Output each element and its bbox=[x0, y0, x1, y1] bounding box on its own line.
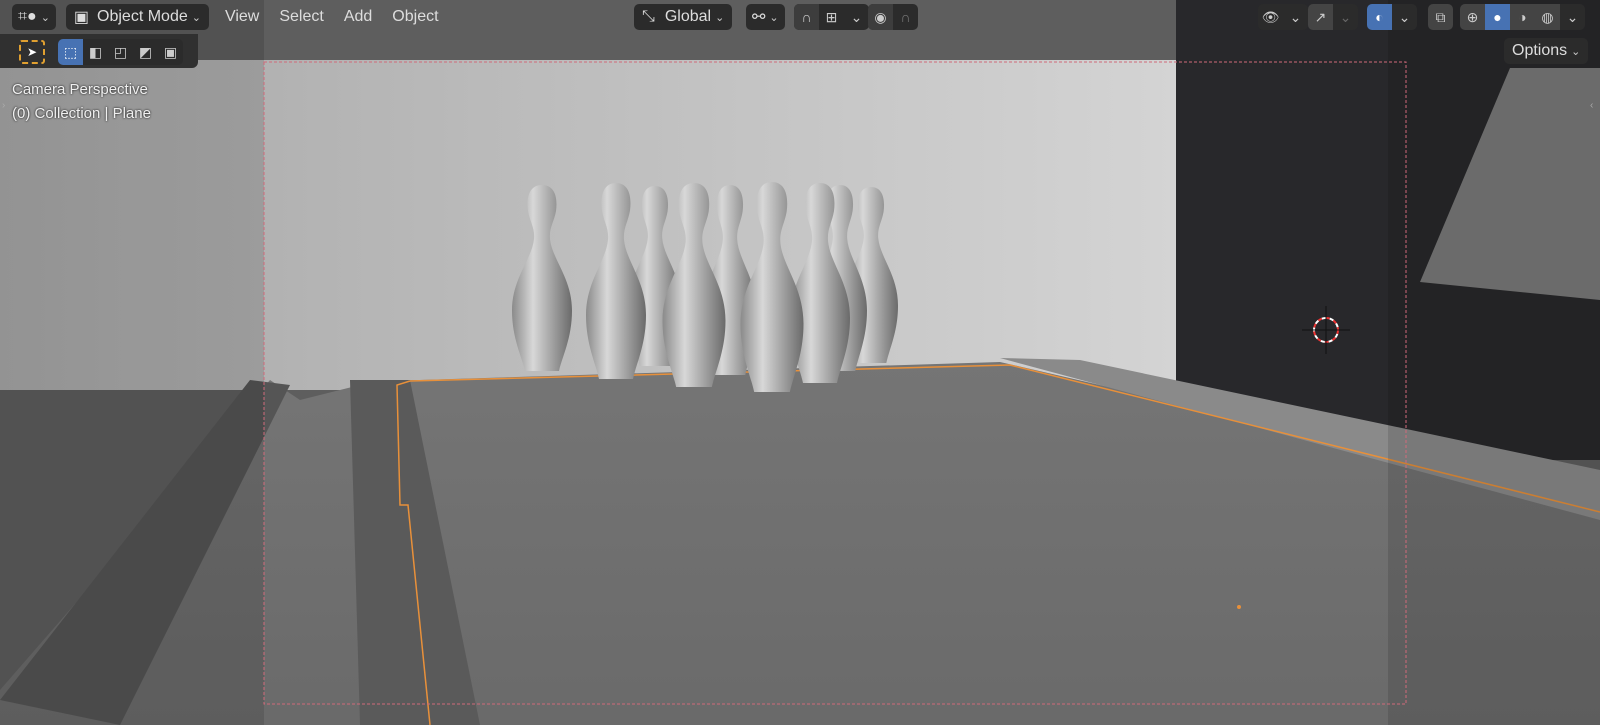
chevron-down-icon: ⌄ bbox=[715, 11, 725, 24]
proportional-edit-icon[interactable]: ◉ bbox=[868, 4, 893, 30]
proportional-editing-group: ◉ ∩ bbox=[868, 4, 918, 30]
overlays-icon: ◐ bbox=[1367, 4, 1392, 30]
select-subtract-icon[interactable]: ◰ bbox=[108, 39, 133, 65]
rendered-shading-icon[interactable]: ◍ bbox=[1535, 4, 1560, 30]
snap-magnet-icon[interactable]: ∩ bbox=[794, 4, 819, 30]
chevron-down-icon: ⌄ bbox=[1571, 45, 1581, 58]
object-origin bbox=[1237, 605, 1241, 609]
wireframe-shading-icon[interactable]: ⊕ bbox=[1460, 4, 1485, 30]
selection-mode-group: ⬚ ◧ ◰ ◩ ▣ bbox=[58, 39, 183, 65]
mode-selector[interactable]: ▣ Object Mode ⌄ bbox=[65, 4, 209, 30]
select-intersect-icon[interactable]: ▣ bbox=[158, 39, 183, 65]
chevron-down-icon: ⌄ bbox=[40, 11, 50, 24]
menu-select[interactable]: Select bbox=[269, 8, 333, 26]
gizmo-button[interactable]: ↗ ⌄ bbox=[1308, 4, 1358, 30]
sidebar-expand-icon[interactable]: ‹ bbox=[1590, 100, 1593, 111]
eye-select-icon: 👁 bbox=[1261, 8, 1280, 25]
menu-view[interactable]: View bbox=[215, 8, 269, 26]
xray-toggle[interactable]: ⧉ bbox=[1428, 4, 1453, 30]
snap-increment-icon[interactable]: ⊞ bbox=[819, 4, 844, 30]
material-shading-icon[interactable]: ◑ bbox=[1510, 4, 1535, 30]
solid-shading-icon[interactable]: ● bbox=[1485, 4, 1510, 30]
xray-icon: ⧉ bbox=[1428, 4, 1453, 30]
view-name: Camera Perspective bbox=[12, 81, 148, 98]
transform-orientation-selector[interactable]: ⤡ Global ⌄ bbox=[634, 4, 733, 30]
visibility-button[interactable]: 👁 ⌄ bbox=[1258, 4, 1308, 30]
options-button[interactable]: Options ⌄ bbox=[1504, 38, 1589, 64]
chevron-down-icon[interactable]: ⌄ bbox=[844, 4, 869, 30]
falloff-curve-icon[interactable]: ∩ bbox=[893, 4, 918, 30]
collection-info: (0) Collection | Plane bbox=[12, 105, 151, 122]
orientation-axes-icon: ⤡ bbox=[642, 8, 655, 25]
overlays-button[interactable]: ◐ ⌄ bbox=[1367, 4, 1417, 30]
chevron-down-icon[interactable]: ⌄ bbox=[1560, 4, 1585, 30]
editor-type-button[interactable]: ⌗● ⌄ bbox=[12, 4, 56, 30]
toolbar-expand-icon[interactable]: › bbox=[2, 100, 5, 111]
shading-modes: ⊕ ● ◑ ◍ ⌄ bbox=[1460, 4, 1585, 30]
select-new-icon[interactable]: ⬚ bbox=[58, 39, 83, 65]
pivot-icon: ⚯ bbox=[752, 9, 766, 26]
select-invert-icon[interactable]: ◩ bbox=[133, 39, 158, 65]
menu-object[interactable]: Object bbox=[382, 8, 448, 26]
3d-viewport[interactable] bbox=[0, 0, 1600, 725]
viewport-editor-icon: ⌗● bbox=[18, 8, 37, 25]
gizmo-icon: ↗ bbox=[1308, 4, 1333, 30]
chevron-down-icon: ⌄ bbox=[191, 11, 201, 24]
select-tool-icon[interactable]: ➤ bbox=[19, 40, 45, 64]
snapping-group: ∩ ⊞ ⌄ bbox=[794, 4, 869, 30]
object-mode-icon: ▣ bbox=[73, 9, 90, 26]
select-extend-icon[interactable]: ◧ bbox=[83, 39, 108, 65]
menu-add[interactable]: Add bbox=[334, 8, 382, 26]
pivot-point-button[interactable]: ⚯ ⌄ bbox=[746, 4, 785, 30]
